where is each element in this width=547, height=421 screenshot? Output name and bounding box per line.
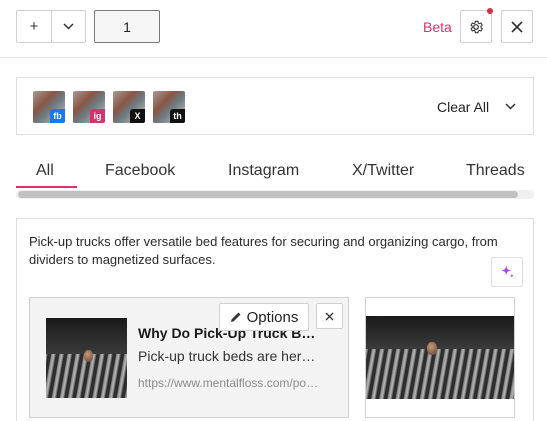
tab-x-twitter[interactable]: X/Twitter — [352, 162, 414, 180]
pencil-icon — [230, 312, 241, 322]
card-close-button[interactable] — [316, 303, 343, 329]
options-label: Options — [246, 308, 299, 326]
active-tab-indicator — [16, 186, 77, 188]
article-thumbnail — [46, 318, 127, 398]
beta-label: Beta — [423, 19, 452, 35]
article-thumbnail — [366, 316, 514, 399]
tab-facebook[interactable]: Facebook — [105, 162, 175, 180]
source-facebook[interactable]: fb — [33, 91, 65, 123]
bolt-object — [84, 350, 93, 362]
tabs-scrollbar[interactable] — [16, 190, 534, 199]
add-label: + — [29, 18, 39, 35]
ai-sparkle-button[interactable] — [491, 257, 523, 287]
close-icon — [325, 312, 334, 320]
article-url[interactable]: https://www.mentalfloss.com/posts/pick-u… — [138, 376, 320, 390]
threads-badge: th — [170, 109, 185, 123]
platform-tabs: All Facebook Instagram X/Twitter Threads — [16, 158, 534, 190]
settings-button[interactable] — [460, 8, 493, 43]
tab-all[interactable]: All — [36, 162, 54, 180]
photo-dark-background — [366, 316, 514, 350]
sparkle-icon — [501, 265, 515, 278]
chevron-down-icon[interactable] — [505, 99, 516, 113]
close-icon — [511, 20, 523, 33]
facebook-badge: fb — [50, 109, 65, 123]
source-instagram[interactable]: ig — [73, 91, 105, 123]
x-badge: X — [130, 109, 145, 123]
scrollbar-thumb[interactable] — [18, 191, 518, 198]
source-threads[interactable]: th — [153, 91, 185, 123]
source-filter: fb ig X th Clear All — [16, 77, 534, 135]
article-card[interactable]: Why Do Pick-Up Truck Beds Have Those Gro… — [29, 297, 349, 418]
instagram-badge: ig — [90, 109, 105, 123]
clear-all-button[interactable]: Clear All — [437, 99, 489, 115]
tab-threads[interactable]: Threads — [466, 162, 525, 180]
photo-dark-background — [46, 318, 127, 354]
ai-summary-text: Pick-up trucks offer versatile bed featu… — [29, 234, 498, 267]
add-button[interactable]: + — [17, 11, 51, 42]
chevron-down-icon — [63, 23, 74, 30]
page-number-input[interactable] — [94, 10, 160, 43]
close-button[interactable] — [501, 10, 533, 43]
tab-instagram[interactable]: Instagram — [228, 162, 299, 180]
top-toolbar: + Beta — [0, 0, 547, 58]
article-description: Pick-up truck beds are here to help — [138, 348, 320, 364]
results-panel: Pick-up trucks offer versatile bed featu… — [16, 218, 534, 421]
notification-dot — [487, 8, 493, 14]
options-button[interactable]: Options — [219, 303, 309, 331]
gear-icon — [470, 20, 483, 33]
article-card[interactable] — [365, 297, 515, 418]
source-x-twitter[interactable]: X — [113, 91, 145, 123]
add-button-group: + — [16, 10, 86, 43]
bolt-object — [427, 342, 437, 355]
dropdown-button[interactable] — [50, 11, 85, 42]
